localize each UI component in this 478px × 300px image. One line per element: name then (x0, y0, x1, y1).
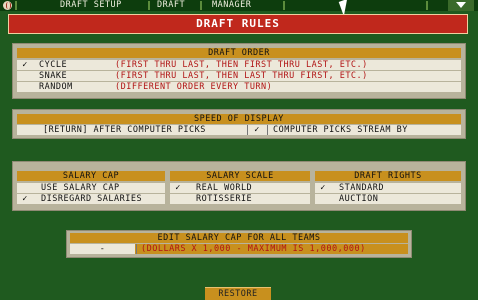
edit-salary-cap-panel: EDIT SALARY CAP FOR ALL TEAMS - (DOLLARS… (66, 230, 412, 258)
salary-scale-option-real-world[interactable]: ✓ REAL WORLD (170, 183, 310, 194)
menu-manager[interactable]: MANAGER (212, 0, 251, 11)
draft-order-panel: DRAFT ORDER ✓ CYCLE (FIRST THRU LAST, TH… (12, 43, 466, 99)
menu-draft[interactable]: DRAFT (157, 0, 185, 11)
down-arrow-icon[interactable] (448, 0, 474, 11)
option-label: CYCLE (39, 60, 68, 70)
edit-salary-cap-header: EDIT SALARY CAP FOR ALL TEAMS (70, 233, 408, 243)
option-label: ROTISSERIE (196, 194, 253, 204)
option-description: (DIFFERENT ORDER EVERY TURN) (115, 82, 273, 92)
draft-rights-header: DRAFT RIGHTS (315, 171, 461, 181)
page-title: DRAFT RULES (8, 14, 468, 34)
draft-rights-option-auction[interactable]: AUCTION (315, 194, 461, 205)
draft-order-header: DRAFT ORDER (17, 48, 461, 58)
divider (247, 125, 248, 135)
option-label: STANDARD (339, 183, 384, 193)
option-label: AUCTION (339, 194, 379, 204)
speed-option-stream[interactable]: COMPUTER PICKS STREAM BY (273, 125, 408, 135)
speed-header: SPEED OF DISPLAY (17, 114, 461, 124)
option-label: SNAKE (39, 71, 68, 81)
menu-bar: DRAFT SETUP DRAFT MANAGER (0, 0, 478, 11)
salary-cap-option-use[interactable]: USE SALARY CAP (17, 183, 165, 194)
menu-separator (200, 1, 202, 10)
divider (267, 125, 268, 135)
option-label: RANDOM (39, 82, 73, 92)
check-icon: ✓ (254, 125, 260, 135)
check-icon: ✓ (175, 183, 181, 193)
menu-separator (283, 1, 285, 10)
option-label: REAL WORLD (196, 183, 253, 193)
option-description: (FIRST THRU LAST, THEN FIRST THRU LAST, … (115, 60, 368, 70)
draft-order-option-cycle[interactable]: ✓ CYCLE (FIRST THRU LAST, THEN FIRST THR… (17, 60, 461, 71)
option-label: DISREGARD SALARIES (41, 194, 143, 204)
edit-salary-cap-row: - (DOLLARS X 1,000 - MAXIMUM IS 1,000,00… (70, 244, 408, 254)
salary-scale-header: SALARY SCALE (170, 171, 310, 181)
salary-cap-input[interactable]: - (70, 244, 135, 254)
check-icon: ✓ (22, 194, 28, 204)
salary-scale-option-rotisserie[interactable]: ROTISSERIE (170, 194, 310, 205)
speed-option-return[interactable]: [RETURN] AFTER COMPUTER PICKS (43, 125, 206, 135)
menu-separator (426, 1, 428, 10)
salary-cap-header: SALARY CAP (17, 171, 165, 181)
restore-button[interactable]: RESTORE (205, 287, 271, 300)
salary-cap-option-disregard[interactable]: ✓ DISREGARD SALARIES (17, 194, 165, 205)
option-description: (FIRST THRU LAST, THEN LAST THRU FIRST, … (115, 71, 368, 81)
baseball-icon[interactable] (3, 1, 12, 10)
menu-separator (15, 1, 17, 10)
draft-order-option-snake[interactable]: SNAKE (FIRST THRU LAST, THEN LAST THRU F… (17, 71, 461, 82)
divider (136, 244, 137, 254)
check-icon: ✓ (22, 60, 28, 70)
draft-order-option-random[interactable]: RANDOM (DIFFERENT ORDER EVERY TURN) (17, 82, 461, 93)
options-panel: SALARY CAP USE SALARY CAP ✓ DISREGARD SA… (12, 161, 466, 211)
speed-options-row: [RETURN] AFTER COMPUTER PICKS ✓ COMPUTER… (17, 125, 461, 136)
check-icon: ✓ (320, 183, 326, 193)
option-label: USE SALARY CAP (41, 183, 120, 193)
salary-cap-description: (DOLLARS X 1,000 - MAXIMUM IS 1,000,000) (141, 244, 366, 254)
draft-rights-option-standard[interactable]: ✓ STANDARD (315, 183, 461, 194)
speed-panel: SPEED OF DISPLAY [RETURN] AFTER COMPUTER… (12, 109, 466, 139)
menu-draft-setup[interactable]: DRAFT SETUP (60, 0, 122, 11)
menu-separator (148, 1, 150, 10)
